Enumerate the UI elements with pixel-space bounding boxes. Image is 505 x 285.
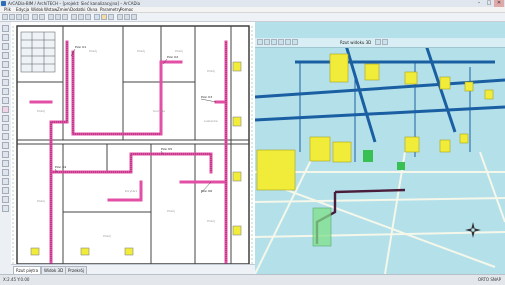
measure-icon[interactable] — [108, 14, 114, 20]
pipe-tool-icon[interactable] — [2, 106, 9, 113]
text-tool-icon[interactable] — [2, 79, 9, 86]
rotate-tool-icon[interactable] — [2, 169, 9, 176]
room-label-5: Pokój — [207, 69, 215, 73]
menu-help[interactable]: Pomoc — [120, 7, 133, 12]
print-icon[interactable] — [23, 14, 29, 20]
hatch-tool-icon[interactable] — [2, 97, 9, 104]
redo-icon[interactable] — [39, 14, 45, 20]
menu-addons[interactable]: Dodatki — [70, 7, 86, 12]
zoom-all-icon[interactable] — [85, 14, 91, 20]
window-tool-icon[interactable] — [2, 151, 9, 158]
ortho-icon[interactable] — [131, 14, 137, 20]
fixture-tool-icon[interactable] — [2, 115, 9, 122]
riser-tag-3: Pion K3 — [201, 95, 212, 99]
circle-tool-icon[interactable] — [2, 61, 9, 68]
riser-tag-4: Pion K4 — [55, 165, 66, 169]
minimize-button[interactable]: – — [474, 0, 484, 7]
riser-tool-icon[interactable] — [2, 124, 9, 131]
riser-tag-1: Pion K1 — [75, 45, 86, 49]
trim-tool-icon[interactable] — [2, 187, 9, 194]
room-label-1: Pokój — [37, 109, 45, 113]
main-toolbar — [0, 13, 505, 22]
arc-tool-icon[interactable] — [2, 70, 9, 77]
menu-edit[interactable]: Edycja — [16, 7, 29, 12]
save-icon[interactable] — [16, 14, 22, 20]
menu-view[interactable]: Widok — [31, 7, 43, 12]
green-fitting-2 — [397, 162, 405, 170]
room-label-2: Pokój — [89, 49, 97, 53]
snap-icon[interactable] — [124, 14, 130, 20]
menu-insert[interactable]: Wstaw — [44, 7, 57, 12]
plan-drawing: Pokój Pokój Pokój Pokój Pokój Kuchnia Ła… — [12, 25, 253, 269]
extend-tool-icon[interactable] — [2, 196, 9, 203]
room-label-12: Pokój — [103, 234, 111, 238]
properties-icon[interactable] — [101, 14, 107, 20]
3d-view-title: Rzut widoku 3D — [340, 40, 372, 45]
grid-icon[interactable] — [117, 14, 123, 20]
dimension-tool-icon[interactable] — [2, 88, 9, 95]
door-tool-icon[interactable] — [2, 142, 9, 149]
menu-parameters[interactable]: Parametry — [100, 7, 121, 12]
select-tool-icon[interactable] — [2, 25, 9, 32]
polyline-tool-icon[interactable] — [2, 43, 9, 50]
room-label-9: Pokój — [37, 199, 45, 203]
riser-tag-5: Pion K5 — [161, 147, 172, 151]
plan-view[interactable]: Pokój Pokój Pokój Pokój Pokój Kuchnia Ła… — [11, 22, 256, 274]
rectangle-tool-icon[interactable] — [2, 52, 9, 59]
menu-file[interactable]: Plik — [4, 7, 11, 12]
render-icon[interactable] — [285, 39, 291, 45]
green-fitting-1 — [363, 150, 373, 162]
new-file-icon[interactable] — [2, 14, 8, 20]
line-tool-icon[interactable] — [2, 34, 9, 41]
undo-icon[interactable] — [32, 14, 38, 20]
stair-grid — [20, 31, 56, 73]
zoom-in-icon[interactable] — [71, 14, 77, 20]
3d-view[interactable] — [255, 22, 505, 274]
mirror-tool-icon[interactable] — [2, 178, 9, 185]
wall-tool-icon[interactable] — [2, 133, 9, 140]
maximize-button[interactable]: □ — [484, 0, 494, 7]
menu-modify[interactable]: Zmień — [57, 7, 70, 12]
3d-scene — [255, 22, 505, 274]
status-bar: X:2.45 Y:0.00 ORTO SNAP — [0, 274, 505, 285]
zoom-out-icon[interactable] — [78, 14, 84, 20]
sewer-pipes — [29, 40, 228, 264]
layers-icon[interactable] — [94, 14, 100, 20]
erase-tool-icon[interactable] — [2, 205, 9, 212]
walk-icon[interactable] — [382, 39, 388, 45]
room-label-4: Pokój — [175, 49, 183, 53]
orbit-icon[interactable] — [257, 39, 263, 45]
room-label-6: Kuchnia — [153, 109, 165, 113]
riser-tag-2: Pion K2 — [167, 55, 178, 59]
window-title: ArCADia-BIM / ArchiTECH – [projekt: Sieć… — [8, 1, 141, 6]
pan-icon[interactable] — [264, 39, 270, 45]
move-tool-icon[interactable] — [2, 160, 9, 167]
light-icon[interactable] — [292, 39, 298, 45]
camera-icon[interactable] — [278, 39, 284, 45]
section-icon[interactable] — [375, 39, 381, 45]
room-label-10: Pokój — [167, 209, 175, 213]
app-icon — [1, 1, 6, 6]
menu-windows[interactable]: Okna — [87, 7, 97, 12]
open-file-icon[interactable] — [9, 14, 15, 20]
paste-icon[interactable] — [62, 14, 68, 20]
cut-icon[interactable] — [48, 14, 54, 20]
room-label-11: Pokój — [207, 219, 215, 223]
sewer-chamber — [312, 207, 332, 247]
room-label-8: Korytarz — [125, 189, 138, 193]
sewer-pipe-hatch — [50, 42, 227, 262]
room-label-7: Łazienka — [203, 119, 217, 123]
zoom-3d-icon[interactable] — [271, 39, 277, 45]
copy-icon[interactable] — [55, 14, 61, 20]
room-label-3: Pokój — [137, 49, 145, 53]
close-button[interactable]: ✕ — [494, 0, 504, 7]
3d-view-toolbar: Rzut widoku 3D — [255, 38, 505, 48]
